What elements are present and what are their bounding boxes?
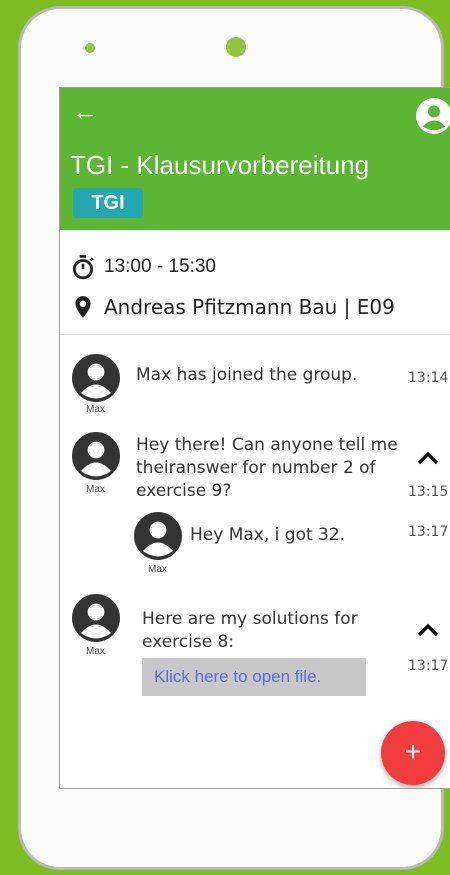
- account-circle-icon[interactable]: [416, 98, 450, 134]
- avatar-label: Max: [86, 646, 105, 657]
- message-time: 13:17: [408, 658, 449, 674]
- message-text: Hey there! Can anyone tell me theiranswe…: [136, 435, 398, 501]
- event-location: Andreas Pfitzmann Bau | E09: [104, 295, 395, 319]
- location-pin-icon: [75, 296, 91, 318]
- message-time: 13:14: [408, 370, 449, 386]
- event-time: 13:00 - 15:30: [104, 256, 216, 277]
- app-screen: ← TGI - Klausurvorbereitung TGI 13:00 - …: [59, 87, 450, 789]
- message-text: Here are my solutions for exercise 8:: [142, 609, 358, 652]
- message-text: Hey Max, i got 32.: [190, 525, 346, 545]
- avatar[interactable]: [72, 432, 120, 480]
- event-time-row: 13:00 - 15:30: [70, 254, 216, 280]
- message-text: Max has joined the group.: [136, 365, 358, 385]
- chevron-up-icon[interactable]: [416, 448, 440, 466]
- avatar[interactable]: [134, 512, 182, 560]
- avatar-label: Max: [148, 564, 167, 575]
- avatar[interactable]: [72, 354, 120, 402]
- avatar[interactable]: [72, 594, 120, 642]
- app-bar: ← TGI - Klausurvorbereitung TGI: [60, 88, 450, 230]
- event-location-row: Andreas Pfitzmann Bau | E09: [70, 294, 395, 320]
- event-info: 13:00 - 15:30 Andreas Pfitzmann Bau | E0…: [60, 230, 450, 335]
- phone-frame: ← TGI - Klausurvorbereitung TGI 13:00 - …: [18, 6, 450, 870]
- group-title: TGI - Klausurvorbereitung: [70, 150, 370, 180]
- avatar-label: Max: [86, 404, 105, 415]
- open-file-link[interactable]: Klick here to open file.: [142, 658, 366, 696]
- stopwatch-icon: [72, 255, 94, 280]
- message-time: 13:17: [408, 524, 449, 540]
- chevron-up-icon[interactable]: [416, 620, 440, 638]
- group-badge: TGI: [73, 188, 143, 218]
- phone-camera: [226, 37, 246, 57]
- add-button[interactable]: +: [381, 721, 445, 785]
- phone-sensor: [85, 43, 95, 53]
- back-arrow-icon[interactable]: ←: [72, 98, 98, 124]
- message-time: 13:15: [408, 484, 449, 500]
- avatar-label: Max: [86, 484, 105, 495]
